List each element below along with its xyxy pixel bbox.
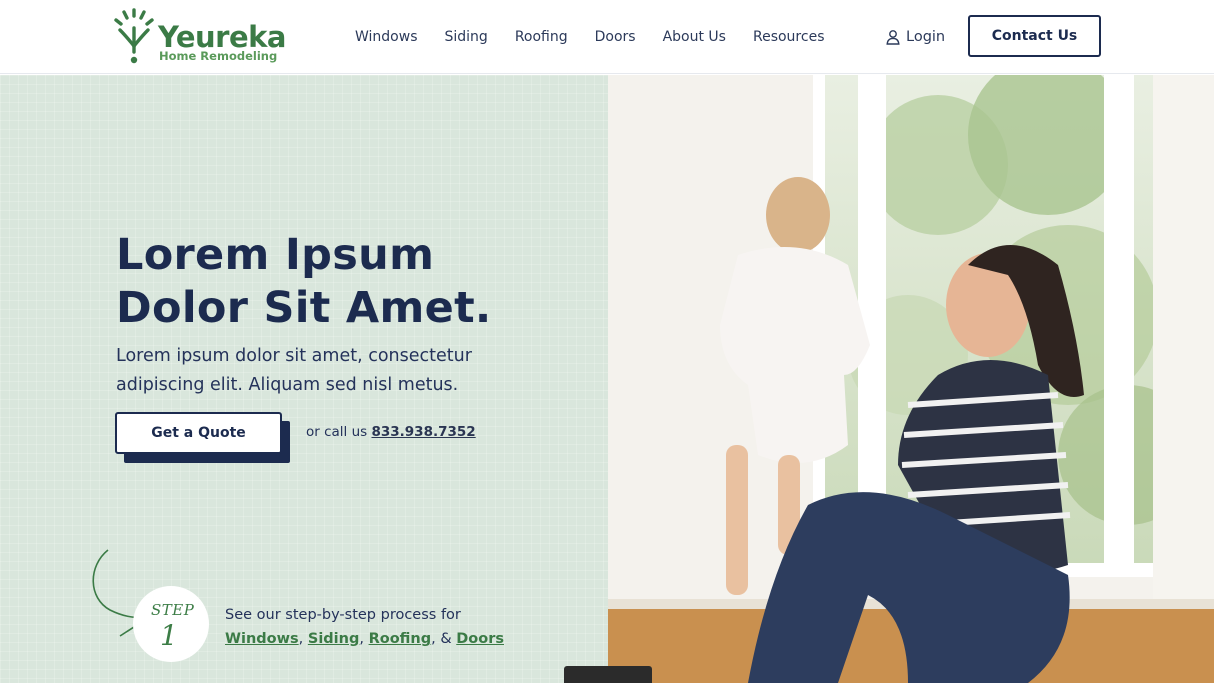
call-us-text: or call us 833.938.7352 <box>306 424 476 440</box>
brand-name: Yeureka <box>158 20 286 54</box>
user-icon <box>886 30 900 45</box>
step-link-siding[interactable]: Siding <box>308 631 359 647</box>
nav-item-about-us[interactable]: About Us <box>663 27 726 47</box>
phone-link[interactable]: 833.938.7352 <box>371 424 475 440</box>
nav-item-resources[interactable]: Resources <box>753 27 825 47</box>
step-links: Windows, Siding, Roofing, & Doors <box>225 627 504 651</box>
hero-headline-line2: Dolor Sit Amet. <box>116 283 492 333</box>
brand-logo[interactable]: Yeureka Home Remodeling <box>112 6 286 68</box>
step-description: See our step-by-step process for Windows… <box>225 603 504 651</box>
separator: , <box>298 631 304 647</box>
hero-photo <box>608 75 1214 683</box>
separator: , & <box>431 631 452 647</box>
floating-toolbar[interactable] <box>564 666 652 683</box>
hero-subtext-line1: Lorem ipsum dolor sit amet, consectetur <box>116 346 472 366</box>
sprout-logo-icon <box>114 8 154 64</box>
nav-item-roofing[interactable]: Roofing <box>515 27 568 47</box>
contact-us-button[interactable]: Contact Us <box>968 15 1101 57</box>
step-label: STEP <box>151 601 195 619</box>
get-a-quote-button[interactable]: Get a Quote <box>115 412 282 454</box>
step-intro: See our step-by-step process for <box>225 607 461 623</box>
site-header: Yeureka Home Remodeling Windows Siding R… <box>0 0 1214 74</box>
separator: , <box>359 631 364 647</box>
hero-headline-line1: Lorem Ipsum <box>116 230 435 280</box>
get-quote-cta: Get a Quote <box>115 412 290 463</box>
hero-subtext-line2: adipiscing elit. Aliquam sed nisl metus. <box>116 375 459 395</box>
nav-item-doors[interactable]: Doors <box>595 27 636 47</box>
nav-item-windows[interactable]: Windows <box>355 27 418 47</box>
nav-item-siding[interactable]: Siding <box>445 27 488 47</box>
login-link[interactable]: Login <box>885 27 945 47</box>
login-label: Login <box>906 29 946 45</box>
step-link-windows[interactable]: Windows <box>225 631 299 647</box>
step-number: 1 <box>160 619 178 652</box>
hero-subtext: Lorem ipsum dolor sit amet, consectetur … <box>116 342 556 400</box>
step-link-roofing[interactable]: Roofing <box>369 631 432 647</box>
call-prefix: or call us <box>306 424 368 440</box>
step-link-doors[interactable]: Doors <box>456 631 504 647</box>
hero-photo-illustration <box>608 75 1214 683</box>
brand-tagline: Home Remodeling <box>159 49 278 63</box>
hero-headline: Lorem Ipsum Dolor Sit Amet. <box>116 229 556 335</box>
main-nav: Windows Siding Roofing Doors About Us Re… <box>355 27 851 47</box>
